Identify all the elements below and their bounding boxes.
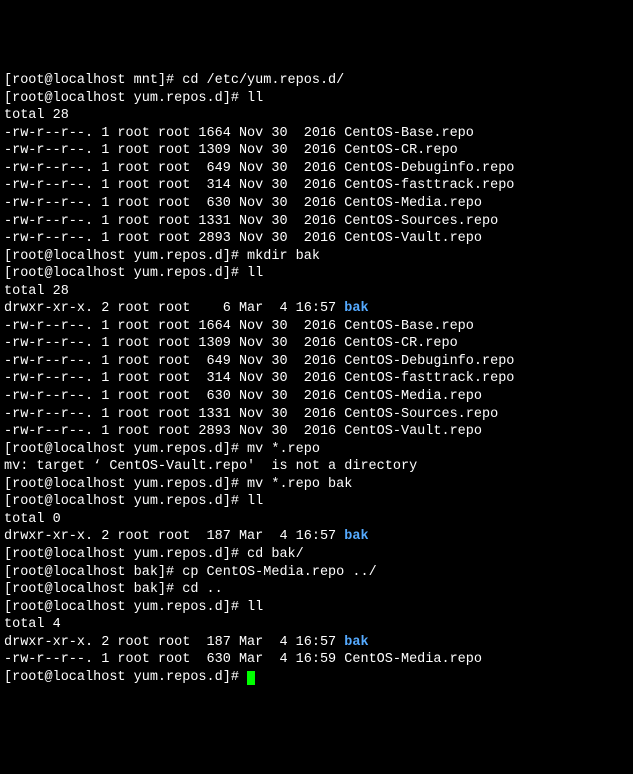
terminal-line: -rw-r--r--. 1 root root 630 Nov 30 2016 … <box>4 388 629 406</box>
terminal-line: [root@localhost mnt]# cd /etc/yum.repos.… <box>4 72 629 90</box>
terminal-line: total 28 <box>4 283 629 301</box>
terminal-line: [root@localhost bak]# cp CentOS-Media.re… <box>4 564 629 582</box>
command-text: ll <box>247 494 263 509</box>
ls-entry-name: bak <box>344 301 368 316</box>
terminal-line: [root@localhost yum.repos.d]# mv *.repo <box>4 441 629 459</box>
ls-entry-name: CentOS-fasttrack.repo <box>344 178 514 193</box>
ls-entry-name: CentOS-Debuginfo.repo <box>344 161 514 176</box>
terminal-line: total 0 <box>4 511 629 529</box>
terminal-line: [root@localhost yum.repos.d]# ll <box>4 265 629 283</box>
ls-entry-name: CentOS-Vault.repo <box>344 231 482 246</box>
terminal-line: [root@localhost yum.repos.d]# cd bak/ <box>4 546 629 564</box>
ls-entry-meta: -rw-r--r--. 1 root root 1309 Nov 30 2016 <box>4 336 344 351</box>
ls-entry-meta: -rw-r--r--. 1 root root 1331 Nov 30 2016 <box>4 407 344 422</box>
ls-entry-name: CentOS-Sources.repo <box>344 407 498 422</box>
terminal-line: drwxr-xr-x. 2 root root 187 Mar 4 16:57 … <box>4 528 629 546</box>
ls-entry-meta: -rw-r--r--. 1 root root 1664 Nov 30 2016 <box>4 319 344 334</box>
shell-prompt: [root@localhost mnt]# <box>4 73 182 88</box>
ls-entry-meta: drwxr-xr-x. 2 root root 187 Mar 4 16:57 <box>4 635 344 650</box>
ls-entry-name: CentOS-Media.repo <box>344 652 482 667</box>
terminal-line: [root@localhost yum.repos.d]# <box>4 669 629 687</box>
command-text: cp CentOS-Media.repo ../ <box>182 565 376 580</box>
terminal-line: -rw-r--r--. 1 root root 2893 Nov 30 2016… <box>4 423 629 441</box>
terminal-line: -rw-r--r--. 1 root root 1309 Nov 30 2016… <box>4 142 629 160</box>
terminal-line: [root@localhost yum.repos.d]# ll <box>4 90 629 108</box>
command-text: mkdir bak <box>247 249 320 264</box>
terminal-line: -rw-r--r--. 1 root root 649 Nov 30 2016 … <box>4 353 629 371</box>
ls-entry-meta: drwxr-xr-x. 2 root root 6 Mar 4 16:57 <box>4 301 344 316</box>
ls-entry-name: bak <box>344 529 368 544</box>
shell-prompt: [root@localhost yum.repos.d]# <box>4 600 247 615</box>
shell-prompt: [root@localhost yum.repos.d]# <box>4 477 247 492</box>
terminal-line: -rw-r--r--. 1 root root 1309 Nov 30 2016… <box>4 335 629 353</box>
ls-entry-name: CentOS-fasttrack.repo <box>344 371 514 386</box>
ls-entry-name: bak <box>344 635 368 650</box>
terminal-line: mv: target ‘ CentOS-Vault.repo' is not a… <box>4 458 629 476</box>
ls-entry-name: CentOS-Vault.repo <box>344 424 482 439</box>
ls-entry-name: CentOS-Media.repo <box>344 389 482 404</box>
terminal-line: -rw-r--r--. 1 root root 2893 Nov 30 2016… <box>4 230 629 248</box>
ls-entry-meta: -rw-r--r--. 1 root root 1309 Nov 30 2016 <box>4 143 344 158</box>
command-text: cd .. <box>182 582 223 597</box>
terminal-line: drwxr-xr-x. 2 root root 6 Mar 4 16:57 ba… <box>4 300 629 318</box>
ls-entry-meta: drwxr-xr-x. 2 root root 187 Mar 4 16:57 <box>4 529 344 544</box>
terminal-line: -rw-r--r--. 1 root root 1331 Nov 30 2016… <box>4 213 629 231</box>
ls-entry-name: CentOS-Debuginfo.repo <box>344 354 514 369</box>
terminal-line: -rw-r--r--. 1 root root 630 Nov 30 2016 … <box>4 195 629 213</box>
terminal-line: -rw-r--r--. 1 root root 314 Nov 30 2016 … <box>4 177 629 195</box>
shell-prompt: [root@localhost bak]# <box>4 565 182 580</box>
ls-entry-name: CentOS-CR.repo <box>344 143 457 158</box>
terminal-line: total 28 <box>4 107 629 125</box>
command-text: ll <box>247 91 263 106</box>
shell-prompt: [root@localhost yum.repos.d]# <box>4 91 247 106</box>
ls-entry-meta: -rw-r--r--. 1 root root 649 Nov 30 2016 <box>4 354 344 369</box>
terminal-line: -rw-r--r--. 1 root root 314 Nov 30 2016 … <box>4 370 629 388</box>
shell-prompt: [root@localhost yum.repos.d]# <box>4 266 247 281</box>
terminal-line: [root@localhost yum.repos.d]# ll <box>4 599 629 617</box>
shell-prompt: [root@localhost bak]# <box>4 582 182 597</box>
ls-entry-meta: -rw-r--r--. 1 root root 314 Nov 30 2016 <box>4 178 344 193</box>
ls-entry-name: CentOS-Media.repo <box>344 196 482 211</box>
ls-entry-meta: -rw-r--r--. 1 root root 2893 Nov 30 2016 <box>4 424 344 439</box>
ls-entry-meta: -rw-r--r--. 1 root root 649 Nov 30 2016 <box>4 161 344 176</box>
command-text: mv *.repo bak <box>247 477 352 492</box>
shell-prompt: [root@localhost yum.repos.d]# <box>4 547 247 562</box>
terminal-line: [root@localhost bak]# cd .. <box>4 581 629 599</box>
terminal-line: -rw-r--r--. 1 root root 1664 Nov 30 2016… <box>4 125 629 143</box>
ls-entry-name: CentOS-CR.repo <box>344 336 457 351</box>
terminal-line: [root@localhost yum.repos.d]# mv *.repo … <box>4 476 629 494</box>
terminal-line: [root@localhost yum.repos.d]# mkdir bak <box>4 248 629 266</box>
command-text: cd bak/ <box>247 547 304 562</box>
terminal-line: -rw-r--r--. 1 root root 630 Mar 4 16:59 … <box>4 651 629 669</box>
ls-entry-name: CentOS-Sources.repo <box>344 214 498 229</box>
ls-entry-meta: -rw-r--r--. 1 root root 314 Nov 30 2016 <box>4 371 344 386</box>
terminal-line: total 4 <box>4 616 629 634</box>
ls-entry-name: CentOS-Base.repo <box>344 319 474 334</box>
terminal-line: drwxr-xr-x. 2 root root 187 Mar 4 16:57 … <box>4 634 629 652</box>
terminal-line: [root@localhost yum.repos.d]# ll <box>4 493 629 511</box>
terminal-line: -rw-r--r--. 1 root root 1331 Nov 30 2016… <box>4 406 629 424</box>
ls-entry-meta: -rw-r--r--. 1 root root 630 Nov 30 2016 <box>4 389 344 404</box>
ls-entry-meta: -rw-r--r--. 1 root root 1331 Nov 30 2016 <box>4 214 344 229</box>
shell-prompt: [root@localhost yum.repos.d]# <box>4 494 247 509</box>
command-text: cd /etc/yum.repos.d/ <box>182 73 344 88</box>
terminal-line: -rw-r--r--. 1 root root 649 Nov 30 2016 … <box>4 160 629 178</box>
shell-prompt: [root@localhost yum.repos.d]# <box>4 670 247 685</box>
terminal-line: -rw-r--r--. 1 root root 1664 Nov 30 2016… <box>4 318 629 336</box>
ls-entry-meta: -rw-r--r--. 1 root root 630 Nov 30 2016 <box>4 196 344 211</box>
ls-entry-meta: -rw-r--r--. 1 root root 1664 Nov 30 2016 <box>4 126 344 141</box>
ls-entry-meta: -rw-r--r--. 1 root root 2893 Nov 30 2016 <box>4 231 344 246</box>
ls-entry-name: CentOS-Base.repo <box>344 126 474 141</box>
command-text: ll <box>247 266 263 281</box>
command-text: ll <box>247 600 263 615</box>
shell-prompt: [root@localhost yum.repos.d]# <box>4 442 247 457</box>
shell-prompt: [root@localhost yum.repos.d]# <box>4 249 247 264</box>
ls-entry-meta: -rw-r--r--. 1 root root 630 Mar 4 16:59 <box>4 652 344 667</box>
cursor[interactable] <box>247 671 255 685</box>
command-text: mv *.repo <box>247 442 320 457</box>
terminal-output[interactable]: [root@localhost mnt]# cd /etc/yum.repos.… <box>4 72 629 686</box>
